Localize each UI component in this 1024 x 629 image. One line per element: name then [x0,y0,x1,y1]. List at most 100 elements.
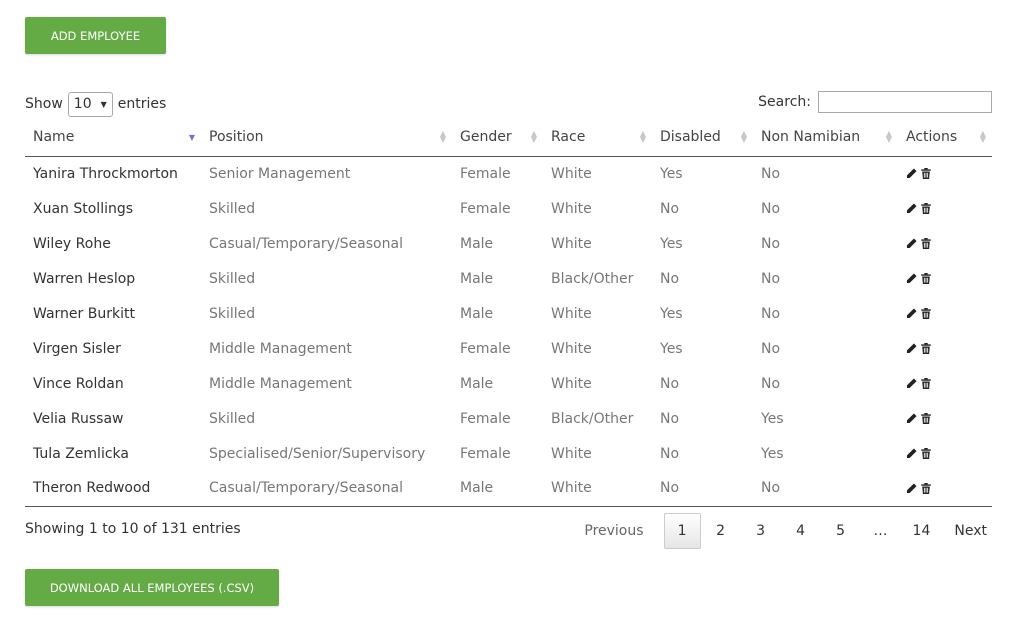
row-actions [906,238,992,249]
search-control: Search: [758,91,992,113]
cell-position: Skilled [209,200,256,217]
cell-gender: Male [460,235,494,252]
entries-select[interactable]: 10 ▼ [67,91,113,117]
search-input[interactable] [818,91,992,113]
page-button-5[interactable]: 5 [821,513,861,549]
entries-select-value: 10 [73,96,92,112]
table-header-row: Name ▼ Position ▲ ▼ Gender ▲ ▼ Race ▲ ▼ Disable… [25,118,992,157]
pencil-icon[interactable] [906,308,917,319]
cell-race: White [543,471,652,507]
cell-position: Casual/Temporary/Seasonal [201,471,452,507]
chevron-down-icon: ▼ [100,99,107,109]
cell-position: Middle Management [209,375,352,392]
entries-label: entries [117,96,167,112]
cell-position: Senior Management [209,165,351,182]
cell-race: Black/Other [551,410,634,427]
entries-length-control: Show 10 ▼ entries [25,91,166,117]
cell-position: Skilled [209,410,256,427]
cell-disabled: No [660,375,680,392]
cell-race: White [551,445,592,462]
page-button-3[interactable]: 3 [741,513,781,549]
column-header-race[interactable]: Race ▲ ▼ [543,118,652,157]
column-header-gender[interactable]: Gender ▲ ▼ [452,118,543,157]
previous-page-button[interactable]: Previous [572,513,655,549]
cell-actions [898,296,992,331]
cell-disabled: No [660,445,680,462]
pencil-icon[interactable] [906,343,917,354]
trash-icon[interactable] [921,448,931,459]
trash-icon[interactable] [921,343,931,354]
pencil-icon[interactable] [906,413,917,424]
cell-race: White [551,305,592,322]
column-header-name[interactable]: Name ▼ [25,118,201,157]
cell-disabled: No [660,410,680,427]
cell-name: Wiley Rohe [33,235,111,252]
add-employee-button[interactable]: ADD EMPLOYEE [25,17,166,54]
sort-desc-icon: ▼ [188,133,195,142]
page-button-1[interactable]: 1 [663,513,701,549]
cell-race: White [551,200,592,217]
column-header-disabled[interactable]: Disabled ▲ ▼ [652,118,753,157]
column-header-position[interactable]: Position ▲ ▼ [201,118,452,157]
trash-icon[interactable] [921,482,931,494]
cell-actions [898,261,992,296]
cell-gender: Female [460,165,511,182]
cell-name: Theron Redwood [25,471,201,507]
cell-race: White [551,235,592,252]
next-page-button[interactable]: Next [942,513,999,549]
pencil-icon[interactable] [906,448,917,459]
table-row: Warren Heslop Skilled Male Black/Other No No [25,261,992,296]
cell-name: Vince Roldan [33,375,124,392]
trash-icon[interactable] [921,308,931,319]
page-button-14[interactable]: 14 [901,513,943,549]
trash-icon[interactable] [921,273,931,284]
cell-non-namibian: No [761,375,781,392]
page-button-4[interactable]: 4 [781,513,821,549]
search-label: Search: [758,94,811,110]
cell-gender: Female [460,445,511,462]
trash-icon[interactable] [921,238,931,249]
pencil-icon[interactable] [906,203,917,214]
pencil-icon[interactable] [906,238,917,249]
row-actions [906,482,992,494]
table-info: Showing 1 to 10 of 131 entries [25,521,241,537]
cell-gender: Male [460,375,494,392]
row-actions [906,168,992,180]
pencil-icon[interactable] [906,168,917,179]
sort-both-icon: ▲ ▼ [639,129,646,144]
column-header-non-namibian[interactable]: Non Namibian ▲ ▼ [753,118,898,157]
trash-icon[interactable] [921,378,931,389]
trash-icon[interactable] [921,413,931,424]
row-actions [906,378,992,389]
page-button-2[interactable]: 2 [701,513,741,549]
column-header-actions[interactable]: Actions ▲ ▼ [898,118,992,157]
cell-actions [898,471,992,507]
cell-actions [898,331,992,366]
cell-race: White [551,340,592,357]
table-row: Vince Roldan Middle Management Male White No… [25,366,992,401]
cell-race: Black/Other [551,270,634,287]
sort-both-icon: ▲ ▼ [885,129,892,144]
trash-icon[interactable] [921,203,931,214]
cell-name: Warner Burkitt [33,305,135,322]
cell-actions [898,401,992,436]
cell-non-namibian: No [753,471,898,507]
sort-both-icon: ▲ ▼ [979,129,986,144]
pencil-icon[interactable] [906,273,917,284]
pencil-icon[interactable] [906,378,917,389]
trash-icon[interactable] [921,168,931,180]
cell-disabled: Yes [660,165,683,182]
pencil-icon[interactable] [906,483,917,494]
cell-disabled: Yes [660,305,683,322]
cell-gender: Male [460,305,494,322]
row-actions [906,308,992,319]
cell-non-namibian: Yes [761,410,784,427]
download-csv-button[interactable]: DOWNLOAD ALL EMPLOYEES (.CSV) [25,569,279,606]
cell-actions [898,191,992,226]
cell-non-namibian: No [761,235,781,252]
table-row: Theron Redwood Casual/Temporary/Seasonal M… [25,471,992,507]
cell-disabled: No [660,200,680,217]
cell-non-namibian: Yes [761,445,784,462]
cell-non-namibian: No [761,165,781,182]
sort-both-icon: ▲ ▼ [530,129,537,144]
